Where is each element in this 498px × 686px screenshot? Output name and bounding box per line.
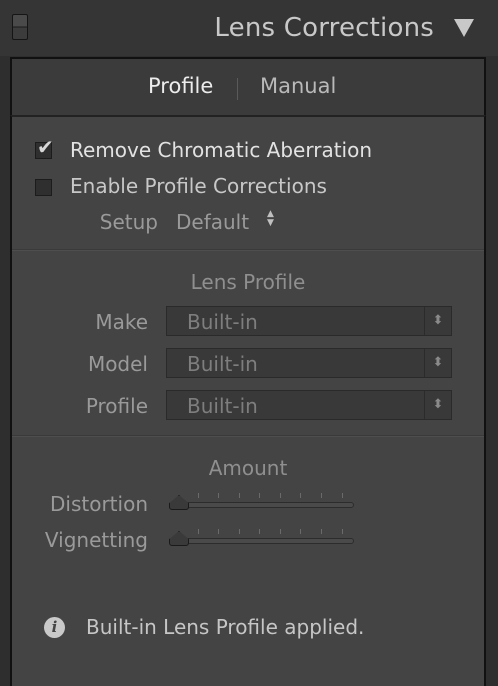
distortion-slider-track[interactable] xyxy=(176,502,354,508)
info-icon: i xyxy=(44,617,65,638)
model-select[interactable]: Built-in ⬍ xyxy=(166,348,452,378)
profile-label: Profile xyxy=(85,394,148,418)
lens-profile-heading: Lens Profile xyxy=(190,270,306,294)
section-divider xyxy=(12,249,484,250)
slider-tick xyxy=(300,529,301,534)
slider-tick xyxy=(198,493,199,498)
vignetting-label: Vignetting xyxy=(44,528,148,552)
make-label: Make xyxy=(95,310,148,334)
slider-tick xyxy=(342,493,343,498)
checkmark-icon: ✔ xyxy=(37,135,54,159)
distortion-label: Distortion xyxy=(50,492,148,516)
slider-tick xyxy=(198,529,199,534)
make-select[interactable]: Built-in ⬍ xyxy=(166,306,452,336)
setup-value: Default xyxy=(176,210,250,234)
lens-corrections-panel: Lens Corrections Profile Manual ✔ Remove… xyxy=(0,0,498,686)
panel-title: Lens Corrections xyxy=(214,13,434,43)
collapse-triangle-icon[interactable] xyxy=(454,19,474,37)
profile-value: Built-in xyxy=(187,394,258,418)
distortion-slider-thumb[interactable] xyxy=(169,495,189,510)
slider-tick xyxy=(300,493,301,498)
slider-tick xyxy=(259,493,260,498)
section-divider xyxy=(12,435,484,436)
slider-tick xyxy=(259,529,260,534)
setup-arrow-down-icon: ▼ xyxy=(267,218,274,228)
setup-dropdown[interactable]: Default ▲ xyxy=(176,210,249,234)
tab-bar: Profile Manual xyxy=(10,57,486,115)
slider-tick xyxy=(321,493,322,498)
slider-tick xyxy=(239,529,240,534)
enable-profile-corrections-label[interactable]: Enable Profile Corrections xyxy=(70,174,327,198)
setup-label: Setup xyxy=(99,210,158,234)
vignetting-slider-thumb[interactable] xyxy=(169,531,189,546)
slider-tick xyxy=(218,529,219,534)
slider-tick xyxy=(280,529,281,534)
panel-body: ✔ Remove Chromatic Aberration Enable Pro… xyxy=(10,115,486,686)
slider-tick xyxy=(218,493,219,498)
model-label: Model xyxy=(87,352,148,376)
setup-arrow-up-icon: ▲ xyxy=(267,209,274,219)
make-value: Built-in xyxy=(187,310,258,334)
enable-profile-corrections-checkbox[interactable] xyxy=(35,179,52,196)
tab-separator xyxy=(237,78,238,100)
select-arrows-icon: ⬍ xyxy=(424,307,451,335)
model-value: Built-in xyxy=(187,352,258,376)
slider-tick xyxy=(321,529,322,534)
slider-tick xyxy=(342,529,343,534)
tab-profile[interactable]: Profile xyxy=(148,73,213,99)
remove-chromatic-aberration-label[interactable]: Remove Chromatic Aberration xyxy=(70,138,372,162)
slider-tick xyxy=(239,493,240,498)
amount-heading: Amount xyxy=(208,456,288,480)
profile-select[interactable]: Built-in ⬍ xyxy=(166,390,452,420)
tab-manual[interactable]: Manual xyxy=(260,73,336,99)
select-arrows-icon: ⬍ xyxy=(424,349,451,377)
vignetting-slider-track[interactable] xyxy=(176,538,354,544)
slider-tick xyxy=(280,493,281,498)
panel-header[interactable]: Lens Corrections xyxy=(0,0,498,56)
info-message: Built-in Lens Profile applied. xyxy=(86,615,365,639)
select-arrows-icon: ⬍ xyxy=(424,391,451,419)
remove-chromatic-aberration-checkbox[interactable]: ✔ xyxy=(35,137,54,159)
panel-switch-icon[interactable] xyxy=(12,14,28,40)
